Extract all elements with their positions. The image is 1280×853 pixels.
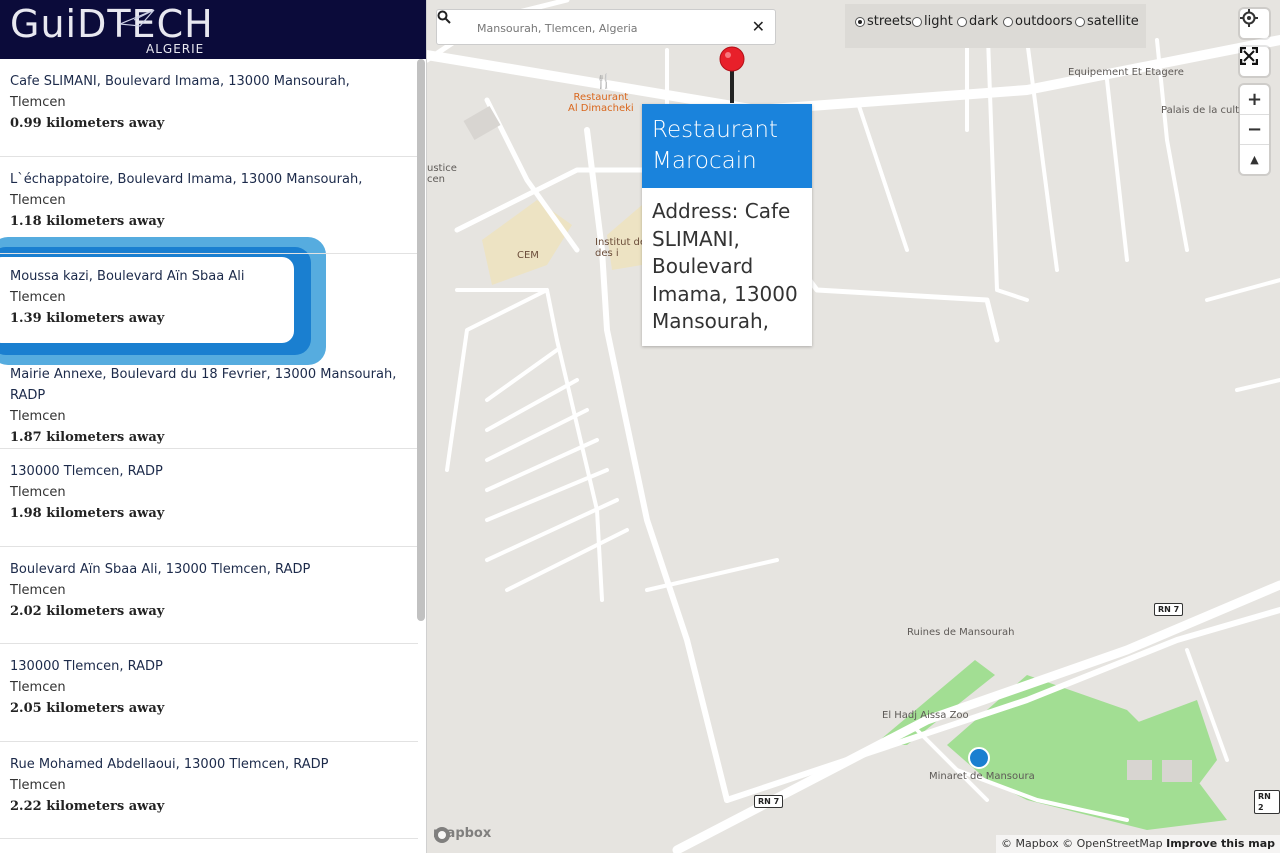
geolocate-button[interactable] xyxy=(1240,9,1269,38)
result-distance: 1.18 kilometers away xyxy=(10,213,165,229)
compass-button[interactable]: ▲ xyxy=(1240,144,1269,174)
zoom-in-button[interactable]: + xyxy=(1240,85,1269,114)
zoom-out-button[interactable]: − xyxy=(1240,114,1269,144)
road-shield-rn7: RN 7 xyxy=(1154,603,1184,616)
map-attribution: © Mapbox © OpenStreetMap Improve this ma… xyxy=(996,835,1280,853)
plane-icon xyxy=(119,9,155,27)
map-marker-pin[interactable] xyxy=(717,45,747,105)
result-distance: 1.87 kilometers away xyxy=(10,429,165,445)
style-option-dark[interactable]: dark xyxy=(957,14,998,29)
place-popup: Restaurant Marocain Address: Cafe SLIMAN… xyxy=(642,104,812,346)
result-item-selected[interactable]: Moussa kazi, Boulevard Aïn Sbaa Ali Tlem… xyxy=(0,254,418,352)
attribution-mapbox-link[interactable]: © Mapbox xyxy=(1001,837,1059,850)
result-address: 130000 Tlemcen, RADP xyxy=(10,659,163,674)
result-item[interactable]: Mairie Annexe, Boulevard du 18 Fevrier, … xyxy=(0,352,418,449)
navigation-control: + − ▲ xyxy=(1240,85,1269,174)
result-city: Tlemcen xyxy=(10,192,66,208)
result-address: 130000 Tlemcen, RADP xyxy=(10,464,163,479)
map-style-switcher: streets light dark outdoors satellite xyxy=(845,4,1146,48)
map-label-zoo: El Hadj Aissa Zoo xyxy=(882,710,969,721)
road-shield-rn7: RN 7 xyxy=(754,795,784,808)
geocoder-search: ✕ xyxy=(436,9,776,46)
result-city: Tlemcen xyxy=(10,582,66,598)
search-icon xyxy=(437,10,451,24)
result-distance: 2.02 kilometers away xyxy=(10,603,165,619)
fullscreen-button[interactable] xyxy=(1240,47,1269,76)
map-label-restaurant: Restaurant Al Dimacheki xyxy=(568,92,634,114)
map-base xyxy=(427,0,1280,853)
radio-outdoors[interactable] xyxy=(1003,16,1013,27)
results-list: Cafe SLIMANI, Boulevard Imama, 13000 Man… xyxy=(0,59,418,839)
map-canvas[interactable]: Restaurant Al Dimacheki 🍴 Equipement Et … xyxy=(427,0,1280,853)
result-item[interactable]: L`échappatoire, Boulevard Imama, 13000 M… xyxy=(0,157,418,254)
result-item[interactable]: Cafe SLIMANI, Boulevard Imama, 13000 Man… xyxy=(0,59,418,157)
result-address: L`échappatoire, Boulevard Imama, 13000 M… xyxy=(10,171,363,187)
result-distance: 2.05 kilometers away xyxy=(10,701,165,716)
results-sidebar: GuiDTECH ALGERIE Cafe SLIMANI, Boulevard… xyxy=(0,0,427,853)
style-option-streets[interactable]: streets xyxy=(855,14,912,29)
result-city: Tlemcen xyxy=(10,290,66,305)
logo-header: GuiDTECH ALGERIE xyxy=(0,0,426,59)
style-option-outdoors[interactable]: outdoors xyxy=(1003,14,1073,29)
result-item[interactable]: Boulevard Aïn Sbaa Ali, 13000 Tlemcen, R… xyxy=(0,547,418,644)
fullscreen-icon xyxy=(1240,47,1258,65)
sidebar-scrollbar[interactable] xyxy=(417,59,425,621)
result-address: Mairie Annexe, Boulevard du 18 Fevrier, … xyxy=(10,366,397,403)
result-address: Cafe SLIMANI, Boulevard Imama, 13000 Man… xyxy=(10,74,350,89)
result-distance: 1.98 kilometers away xyxy=(10,506,165,521)
current-location-dot xyxy=(968,747,990,769)
result-distance: 1.39 kilometers away xyxy=(10,311,165,326)
result-item[interactable]: Rue Mohamed Abdellaoui, 13000 Tlemcen, R… xyxy=(0,742,418,839)
fullscreen-control xyxy=(1240,47,1269,76)
result-address: Rue Mohamed Abdellaoui, 13000 Tlemcen, R… xyxy=(10,756,329,772)
radio-streets[interactable] xyxy=(855,16,865,27)
map-label-equipement: Equipement Et Etagere xyxy=(1068,67,1184,78)
popup-title: Restaurant Marocain xyxy=(642,104,812,188)
improve-map-link[interactable]: Improve this map xyxy=(1166,837,1275,850)
style-option-light[interactable]: light xyxy=(912,14,953,29)
map-label-cem: CEM xyxy=(517,250,539,261)
result-distance: 0.99 kilometers away xyxy=(10,116,165,131)
popup-address: Address: Cafe SLIMANI, Boulevard Imama, … xyxy=(652,199,798,333)
map-label-ruines: Ruines de Mansourah xyxy=(907,627,1015,638)
result-city: Tlemcen xyxy=(10,95,66,110)
crosshair-icon xyxy=(1240,9,1258,27)
mapbox-icon xyxy=(434,827,450,843)
map-label-justice: ustice cen xyxy=(427,163,457,185)
map-label-institut: Institut de des i xyxy=(595,237,647,259)
logo: GuiDTECH xyxy=(10,2,214,46)
restaurant-icon: 🍴 xyxy=(595,74,613,90)
mapbox-logo[interactable]: mapbox xyxy=(433,826,491,843)
result-city: Tlemcen xyxy=(10,408,66,424)
result-address: Moussa kazi, Boulevard Aïn Sbaa Ali xyxy=(10,269,245,284)
map-label-palais: Palais de la cultu xyxy=(1161,105,1246,116)
radio-dark[interactable] xyxy=(957,16,967,27)
result-city: Tlemcen xyxy=(10,485,66,500)
map-label-minaret: Minaret de Mansoura xyxy=(929,771,1035,782)
result-distance: 2.22 kilometers away xyxy=(10,798,165,814)
result-item[interactable]: 130000 Tlemcen, RADP Tlemcen 2.05 kilome… xyxy=(0,644,418,742)
geolocate-control xyxy=(1240,9,1269,38)
search-input[interactable] xyxy=(475,10,749,46)
result-address: Boulevard Aïn Sbaa Ali, 13000 Tlemcen, R… xyxy=(10,561,311,577)
attribution-osm-link[interactable]: © OpenStreetMap xyxy=(1062,837,1163,850)
result-city: Tlemcen xyxy=(10,777,66,793)
style-option-satellite[interactable]: satellite xyxy=(1075,14,1139,29)
road-shield-rn2: RN 2 xyxy=(1254,790,1280,814)
result-item[interactable]: 130000 Tlemcen, RADP Tlemcen 1.98 kilome… xyxy=(0,449,418,547)
logo-subtitle: ALGERIE xyxy=(146,42,205,56)
radio-light[interactable] xyxy=(912,16,922,27)
result-city: Tlemcen xyxy=(10,680,66,695)
close-icon[interactable]: ✕ xyxy=(752,18,765,36)
radio-satellite[interactable] xyxy=(1075,16,1085,27)
